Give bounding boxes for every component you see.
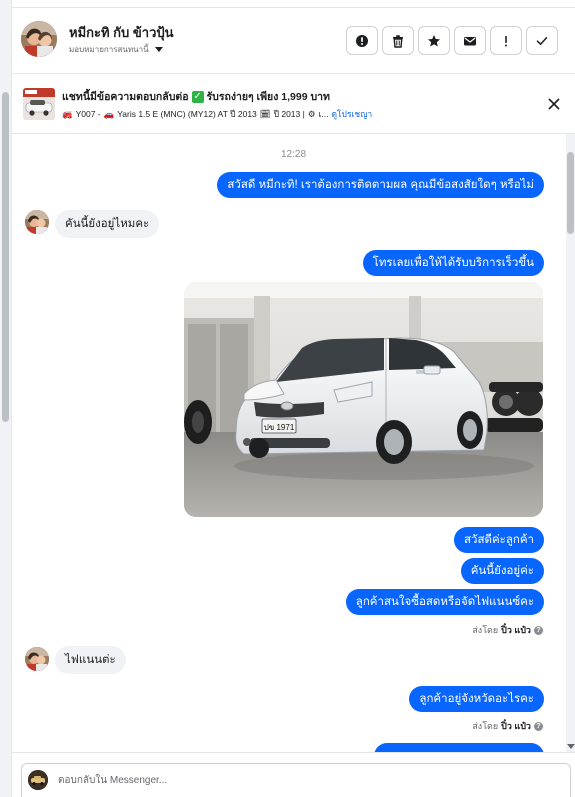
help-icon[interactable]: ? [534,721,543,731]
outgoing-message[interactable]: โทรเลยเพื่อให้ได้รับบริการเร็วขึ้น [362,250,544,276]
close-icon[interactable] [545,95,563,113]
listing-stock: Y007 - [75,109,101,119]
outgoing-message-partial[interactable] [374,743,544,752]
left-scrollbar-thumb[interactable] [2,92,9,422]
car-emoji-icon: 🚒 [62,108,73,119]
check-box-icon: ✓ [191,90,204,103]
contact-avatar-small-image [25,210,49,234]
contact-avatar[interactable] [21,21,57,57]
license-plate: ปข 1971 [264,423,295,432]
contact-avatar-small-image [25,647,49,671]
chevron-down-icon [154,47,163,52]
contact-avatar-image [21,21,57,57]
report-icon [356,34,368,47]
sent-by-label: ส่งโดย ปิ๋ว แป๋ว ? [472,623,543,637]
reply-composer [12,752,575,797]
contact-avatar-small[interactable] [25,210,49,234]
listing-model: Yaris 1.5 E (MNC) (MY12) AT ปี 2013 [117,109,257,119]
car-emoji-icon: 🚗 [103,108,115,119]
exclamation-icon [505,35,507,46]
messenger-window: หมีกะทิ กับ ข้าวปุ้น มอบหมายการสนทนานี้ [0,0,575,797]
message-timestamp: 12:28 [280,149,307,160]
delete-button[interactable] [382,26,414,55]
reply-box[interactable] [21,763,571,797]
car-photo-attachment[interactable]: ปข 1971 [184,282,543,517]
sent-by-label: ส่งโดย ปิ๋ว แป๋ว ? [472,719,543,733]
listing-thumbnail[interactable] [23,88,55,120]
header-actions [346,26,558,55]
sent-by-name: ปิ๋ว แป๋ว [501,625,531,635]
outgoing-message[interactable]: ลูกค้าอยู่จังหวัดอะไรคะ [409,686,544,712]
view-promotion-link[interactable]: ดูโปรเชญา [331,107,372,121]
calendar-icon: 🗓 [259,108,271,119]
page-avatar [28,770,48,790]
envelope-icon [464,36,476,45]
reply-input[interactable] [58,769,498,791]
listing-year: ปี 2013 | [273,109,305,119]
listing-context-bar: แชทนี้มีข้อความตอบกลับต่อ ✓ รับรถง่ายๆ เ… [12,74,575,134]
contact-avatar-small[interactable] [25,647,49,671]
scroll-down-arrow-icon[interactable] [567,744,575,749]
incoming-message[interactable]: คันนี้ยังอยู่ไหมคะ [55,210,160,238]
outgoing-message[interactable]: ลูกค้าสนใจซื้อสดหรือจัดไฟแนนซ์คะ [345,589,544,615]
check-icon [536,36,548,45]
listing-title: แชทนี้มีข้อความตอบกลับต่อ ✓ รับรถง่ายๆ เ… [62,88,330,105]
trash-icon [393,34,403,48]
message-thread[interactable]: 12:28 สวัสดี หมีกะทิ! เราต้องการติดตามผล… [12,134,575,752]
outgoing-message[interactable]: คันนี้ยังอยู่ค่ะ [460,558,544,584]
left-scrollbar[interactable] [0,0,12,797]
mark-unread-button[interactable] [454,26,486,55]
report-button[interactable] [346,26,378,55]
page-avatar-image [28,770,48,790]
assign-conversation-dropdown[interactable]: มอบหมายการสนทนานี้ [69,43,163,56]
conversation-header: หมีกะทิ กับ ข้าวปุ้น มอบหมายการสนทนานี้ [12,8,575,74]
incoming-message[interactable]: ไฟแนนต่ะ [55,646,126,674]
listing-thumbnail-image [23,88,55,120]
gear-icon: ⚙ [307,108,316,119]
star-button[interactable] [418,26,450,55]
spam-button[interactable] [490,26,522,55]
outgoing-message[interactable]: สวัสดีค่ะลูกค้า [454,527,544,553]
listing-title-suffix: รับรถง่ายๆ เพียง 1,999 บาท [206,91,330,103]
top-divider [12,0,575,8]
car-photo-image: ปข 1971 [184,282,543,517]
assign-conversation-label: มอบหมายการสนทนานี้ [69,45,149,54]
listing-title-prefix: แชทนี้มีข้อความตอบกลับต่อ [62,91,189,103]
sent-by-name: ปิ๋ว แป๋ว [501,721,531,731]
star-icon [428,34,440,46]
sent-by-prefix: ส่งโดย [472,721,499,731]
sent-by-prefix: ส่งโดย [472,625,499,635]
chat-scrollbar[interactable] [566,134,575,752]
contact-name[interactable]: หมีกะทิ กับ ข้าวปุ้น [69,22,174,43]
listing-more: เ... [318,109,329,119]
outgoing-message[interactable]: สวัสดี หมีกะทิ! เราต้องการติดตามผล คุณมี… [217,172,544,198]
mark-done-button[interactable] [526,26,558,55]
listing-meta: 🚒 Y007 - 🚗 Yaris 1.5 E (MNC) (MY12) AT ป… [62,107,372,121]
chat-scrollbar-thumb[interactable] [567,152,574,234]
help-icon[interactable]: ? [534,625,543,635]
